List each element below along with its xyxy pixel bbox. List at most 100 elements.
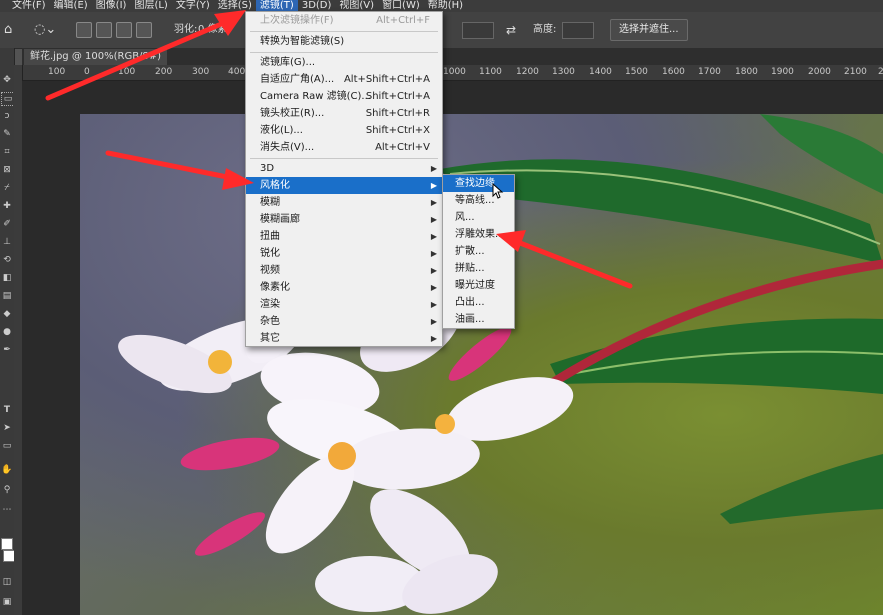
menu-item-label: 查找边缘 <box>455 178 495 189</box>
menu-item-filter-gallery[interactable]: 滤镜库(G)... <box>246 54 442 71</box>
submenu-item-emboss[interactable]: 浮雕效果... <box>443 226 514 243</box>
menu-item-label: 像素化 <box>260 282 290 293</box>
submenu-item-extrude[interactable]: 凸出... <box>443 294 514 311</box>
menu-item-sharpen[interactable]: 锐化 ▶ <box>246 245 442 262</box>
menu-item-blur-gallery[interactable]: 模糊画廊 ▶ <box>246 211 442 228</box>
menu-item-pixelate[interactable]: 像素化 ▶ <box>246 279 442 296</box>
menu-item-stylize[interactable]: 风格化 ▶ <box>246 177 442 194</box>
screen-mode-icon[interactable]: ▣ <box>1 596 13 608</box>
menu-item-label: 浮雕效果... <box>455 229 505 240</box>
dodge-tool-icon[interactable]: ● <box>1 326 13 338</box>
blur-tool-icon[interactable]: ◆ <box>1 308 13 320</box>
gradient-tool-icon[interactable]: ▤ <box>1 290 13 302</box>
submenu-arrow-icon: ▶ <box>430 215 437 224</box>
quick-select-tool-icon[interactable]: ✎ <box>1 128 13 140</box>
menu-item-label: 等高线... <box>455 195 495 206</box>
menu-edit[interactable]: 编辑(E) <box>50 0 92 12</box>
home-icon[interactable]: ⌂ <box>4 21 12 39</box>
lasso-tool-icon[interactable]: ↄ <box>1 110 13 122</box>
submenu-arrow-icon: ▶ <box>430 317 437 326</box>
eraser-tool-icon[interactable]: ◧ <box>1 272 13 284</box>
pen-tool-icon[interactable]: ✒ <box>1 344 13 356</box>
eyedropper-tool-icon[interactable]: ⌿ <box>1 182 13 194</box>
menu-item-blur[interactable]: 模糊 ▶ <box>246 194 442 211</box>
shape-tool-icon[interactable]: ▭ <box>1 440 13 452</box>
marquee-ellipse-icon[interactable]: ◌⌄ <box>34 21 56 39</box>
menu-item-adaptive-wide-angle[interactable]: 自适应广角(A)... Alt+Shift+Ctrl+A <box>246 71 442 88</box>
menu-item-noise[interactable]: 杂色 ▶ <box>246 313 442 330</box>
more-tools-icon[interactable]: ⋯ <box>1 504 13 516</box>
menu-item-other[interactable]: 其它 ▶ <box>246 330 442 347</box>
menu-item-render[interactable]: 渲染 ▶ <box>246 296 442 313</box>
subtract-selection-icon[interactable] <box>116 22 132 38</box>
type-tool-icon[interactable]: T <box>1 404 13 416</box>
menu-item-last-filter[interactable]: 上次滤镜操作(F) Alt+Ctrl+F <box>246 12 442 29</box>
width-input[interactable] <box>462 22 494 39</box>
menu-item-vanishing-point[interactable]: 消失点(V)... Alt+Ctrl+V <box>246 139 442 156</box>
frame-tool-icon[interactable]: ⊠ <box>1 164 13 176</box>
menu-item-distort[interactable]: 扭曲 ▶ <box>246 228 442 245</box>
submenu-arrow-icon: ▶ <box>430 300 437 309</box>
feather-input[interactable]: 0 像素 <box>198 21 228 39</box>
submenu-item-oil-paint[interactable]: 油画... <box>443 311 514 328</box>
filter-menu: 上次滤镜操作(F) Alt+Ctrl+F 转换为智能滤镜(S) 滤镜库(G)..… <box>245 11 443 347</box>
menu-item-video[interactable]: 视频 ▶ <box>246 262 442 279</box>
menu-item-lens-correction[interactable]: 镜头校正(R)... Shift+Ctrl+R <box>246 105 442 122</box>
add-selection-icon[interactable] <box>96 22 112 38</box>
ruler-tick: 1300 <box>552 67 575 77</box>
move-tool-icon[interactable]: ✥ <box>1 74 13 86</box>
menu-item-3d[interactable]: 3D ▶ <box>246 160 442 177</box>
ruler-tick: 2000 <box>808 67 831 77</box>
submenu-item-diffuse[interactable]: 扩散... <box>443 243 514 260</box>
menu-item-label: 镜头校正(R)... <box>260 108 325 119</box>
document-tab[interactable]: 鲜花.jpg @ 100%(RGB/8#) <box>24 49 168 65</box>
swap-icon[interactable]: ⇄ <box>506 21 516 39</box>
menu-item-liquify[interactable]: 液化(L)... Shift+Ctrl+X <box>246 122 442 139</box>
submenu-arrow-icon: ▶ <box>430 164 437 173</box>
feather-label: 羽化: <box>174 24 198 35</box>
menu-item-camera-raw[interactable]: Camera Raw 滤镜(C)... Shift+Ctrl+A <box>246 88 442 105</box>
ruler-tick: 100 <box>118 67 136 77</box>
ruler-tick: 1000 <box>443 67 466 77</box>
submenu-arrow-icon: ▶ <box>430 249 437 258</box>
menu-item-label: 扭曲 <box>260 231 280 242</box>
new-selection-icon[interactable] <box>76 22 92 38</box>
ruler-tick: 1500 <box>625 67 648 77</box>
menu-image[interactable]: 图像(I) <box>92 0 131 12</box>
menu-item-label: 滤镜库(G)... <box>260 57 316 68</box>
menu-item-label: 扩散... <box>455 246 485 257</box>
height-label: 高度: <box>533 24 557 35</box>
foreground-color-swatch[interactable] <box>1 538 13 550</box>
history-brush-tool-icon[interactable]: ⟲ <box>1 254 13 266</box>
stamp-tool-icon[interactable]: ⊥ <box>1 236 13 248</box>
menu-item-label: 上次滤镜操作(F) <box>260 15 334 26</box>
marquee-tool-icon[interactable]: ▭ <box>1 92 15 106</box>
menu-item-label: 风格化 <box>260 180 290 191</box>
quick-mask-icon[interactable]: ◫ <box>1 576 13 588</box>
menu-item-label: 锐化 <box>260 248 280 259</box>
menu-item-label: 视频 <box>260 265 280 276</box>
submenu-arrow-icon: ▶ <box>430 232 437 241</box>
menu-item-label: 模糊 <box>260 197 280 208</box>
menu-item-convert-smart-filter[interactable]: 转换为智能滤镜(S) <box>246 33 442 50</box>
menu-type[interactable]: 文字(Y) <box>172 0 214 12</box>
brush-tool-icon[interactable]: ✐ <box>1 218 13 230</box>
healing-tool-icon[interactable]: ✚ <box>1 200 13 212</box>
hand-tool-icon[interactable]: ✋ <box>1 464 13 476</box>
submenu-item-solarize[interactable]: 曝光过度 <box>443 277 514 294</box>
intersect-selection-icon[interactable] <box>136 22 152 38</box>
submenu-arrow-icon: ▶ <box>430 334 437 343</box>
tools-panel: ✥ ▭ ↄ ✎ ⌗ ⊠ ⌿ ✚ ✐ ⊥ ⟲ ◧ ▤ ◆ ● ✒ T ➤ ▭ ✋ … <box>0 48 15 615</box>
zoom-tool-icon[interactable]: ⚲ <box>1 484 13 496</box>
menu-item-label: Camera Raw 滤镜(C)... <box>260 91 371 102</box>
menu-item-label: 其它 <box>260 333 280 344</box>
crop-tool-icon[interactable]: ⌗ <box>1 146 13 158</box>
menu-file[interactable]: 文件(F) <box>8 0 50 12</box>
document-tab-bar: 鲜花.jpg @ 100%(RGB/8#) <box>22 48 883 65</box>
path-select-tool-icon[interactable]: ➤ <box>1 422 13 434</box>
submenu-item-tiles[interactable]: 拼贴... <box>443 260 514 277</box>
height-input[interactable] <box>562 22 594 39</box>
submenu-item-wind[interactable]: 风... <box>443 209 514 226</box>
menu-layer[interactable]: 图层(L) <box>130 0 171 12</box>
select-and-mask-button[interactable]: 选择并遮住... <box>610 19 688 41</box>
